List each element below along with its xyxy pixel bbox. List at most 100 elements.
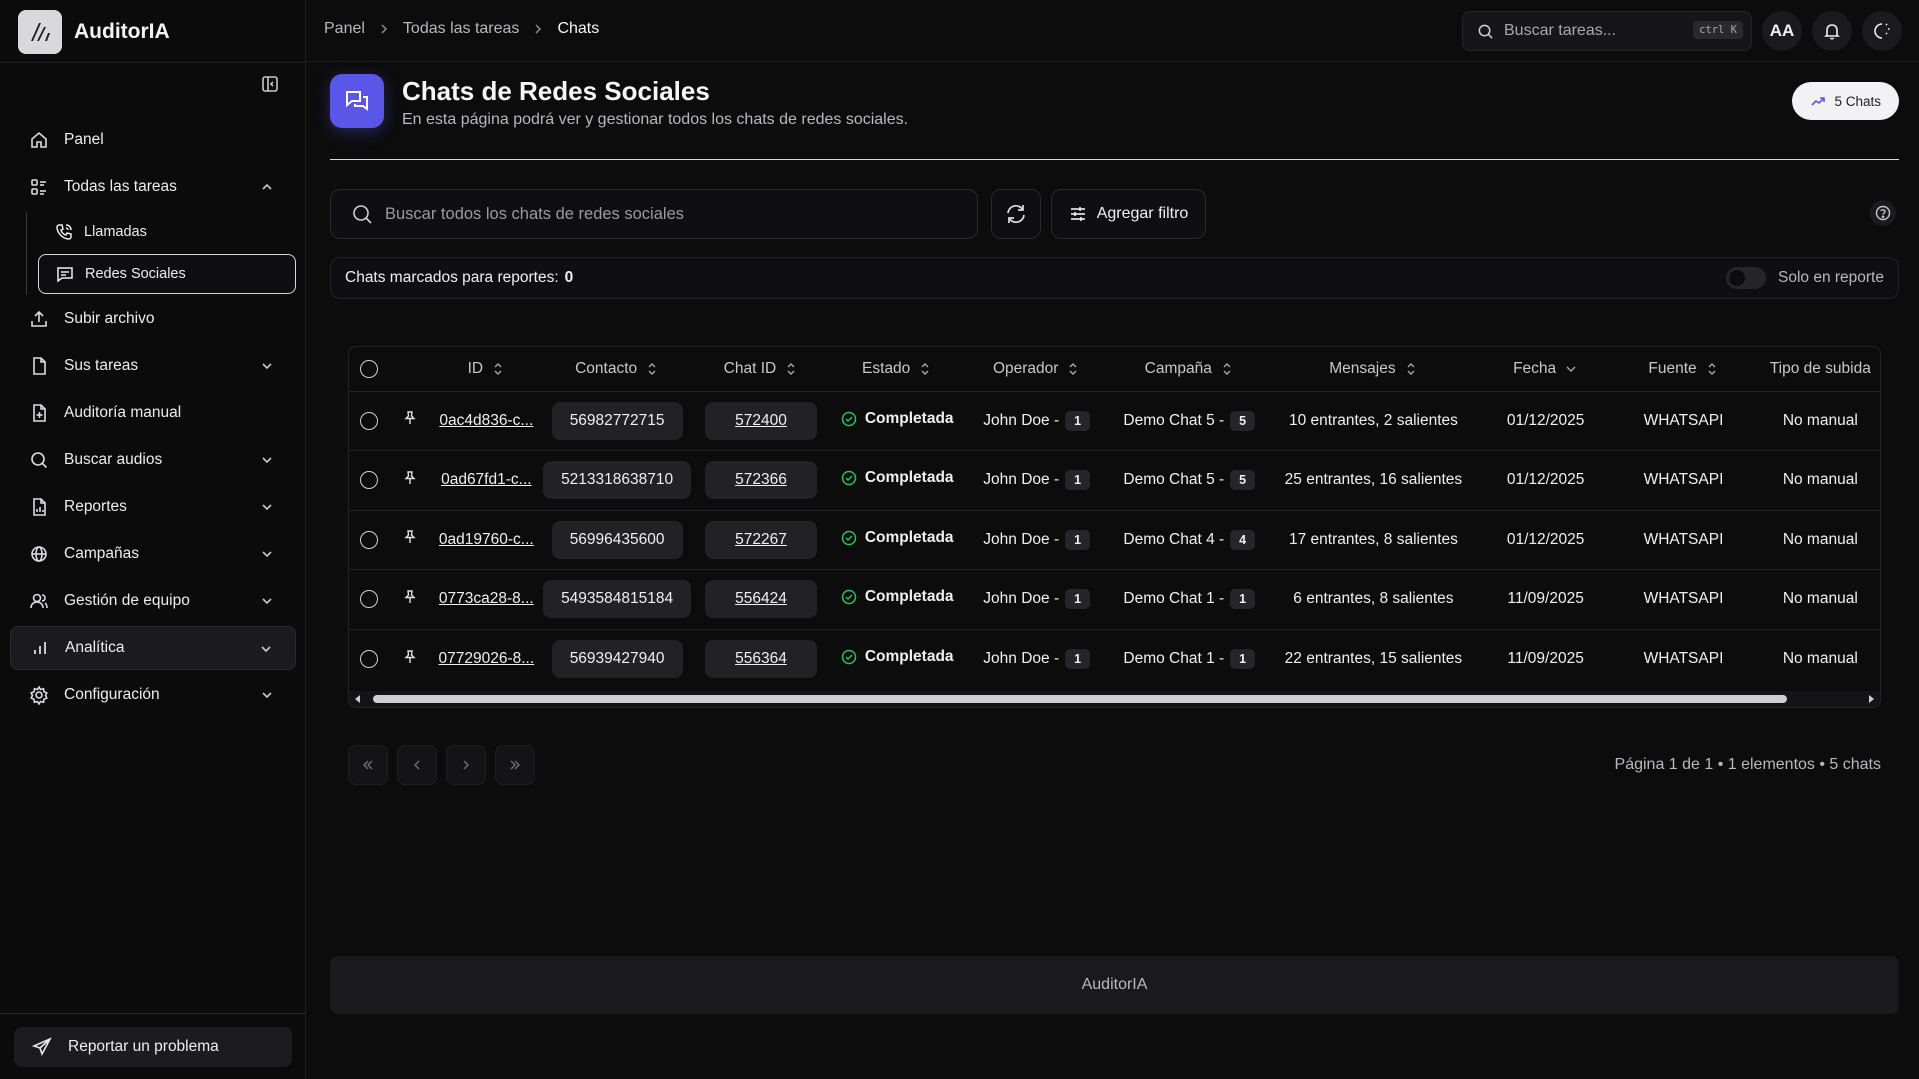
report-icon [28, 496, 50, 518]
column-header-id[interactable]: ID [431, 347, 541, 392]
chevron-down-icon [258, 451, 276, 469]
pin-icon[interactable] [402, 470, 418, 486]
send-icon [32, 1037, 52, 1057]
row-chat-id-link[interactable]: 556424 [705, 580, 817, 619]
scroll-right-icon[interactable] [1866, 694, 1876, 704]
pin-icon[interactable] [402, 649, 418, 665]
sidebar-item-buscar-audios[interactable]: Buscar audios [10, 438, 296, 482]
row-contact[interactable]: 56996435600 [551, 520, 683, 559]
table-row[interactable]: 0ad19760-c... 56996435600 572267 Completada… [349, 510, 1880, 570]
row-chat-id-link[interactable]: 572366 [705, 461, 817, 500]
row-campaign: Demo Chat 5 - [1123, 411, 1225, 429]
row-id-cell: 0ad67fd1-c... [431, 450, 541, 511]
sidebar-item-redes-sociales[interactable]: Redes Sociales [38, 254, 296, 294]
refresh-button[interactable] [991, 189, 1041, 239]
report-problem-button[interactable]: Reportar un problema [14, 1027, 292, 1067]
sidebar-item-configuracion[interactable]: Configuración [10, 673, 296, 717]
avatar[interactable]: AA [1762, 11, 1802, 51]
column-header-operador[interactable]: Operador [965, 347, 1108, 392]
row-id-link[interactable]: 0ac4d836-c... [439, 412, 533, 429]
scroll-left-icon[interactable] [353, 694, 363, 704]
column-header-estado[interactable]: Estado [828, 347, 966, 392]
sidebar-item-label: Buscar audios [64, 451, 163, 468]
row-checkbox[interactable] [359, 590, 378, 609]
column-header-fecha[interactable]: Fecha [1475, 347, 1616, 392]
help-icon[interactable] [1870, 200, 1896, 226]
column-header-mensajes[interactable]: Mensajes [1270, 347, 1476, 392]
row-checkbox[interactable] [359, 471, 378, 490]
sidebar-item-sus-tareas[interactable]: Sus tareas [10, 344, 296, 388]
sidebar-item-reportes[interactable]: Reportes [10, 485, 296, 529]
sidebar-item-subir-archivo[interactable]: Subir archivo [10, 297, 296, 341]
row-contact-cell: 5493584815184 [540, 569, 694, 630]
sidebar-item-todas-las-tareas[interactable]: Todas las tareas [10, 165, 296, 209]
row-id-link[interactable]: 0ad19760-c... [439, 531, 534, 548]
previous-page-button[interactable] [397, 745, 437, 785]
sidebar-item-campanas[interactable]: Campañas [10, 532, 296, 576]
breadcrumb-item[interactable]: Panel [324, 20, 365, 38]
row-date: 01/12/2025 [1506, 411, 1585, 429]
table-row[interactable]: 0ad67fd1-c... 5213318638710 572366 Completa… [349, 450, 1880, 511]
select-all-checkbox[interactable] [359, 359, 378, 378]
table-row[interactable]: 07729026-8... 56939427940 556364 Completada… [349, 629, 1880, 689]
breadcrumb-item[interactable]: Todas las tareas [403, 20, 520, 38]
pin-icon[interactable] [402, 410, 418, 426]
task-search-input[interactable]: Buscar tareas... ctrl K [1462, 11, 1752, 51]
bell-icon[interactable] [1812, 11, 1852, 51]
next-page-button[interactable] [446, 745, 486, 785]
sort-icon [1069, 362, 1077, 375]
row-date: 11/09/2025 [1507, 590, 1584, 608]
row-pin-cell [388, 450, 432, 511]
sidebar-item-analitica[interactable]: Analítica [10, 626, 296, 670]
sidebar-toggle-icon[interactable] [258, 72, 282, 96]
row-id-link[interactable]: 07729026-8... [438, 650, 534, 667]
sort-icon [1223, 362, 1231, 375]
sidebar-item-label: Redes Sociales [85, 266, 186, 282]
row-source-cell: WHATSAPI [1615, 629, 1751, 689]
horizontal-scrollbar[interactable] [349, 691, 1880, 707]
sidebar-item-auditoria-manual[interactable]: Auditoría manual [10, 391, 296, 435]
column-header-tipo-de-subida[interactable]: Tipo de subida [1751, 347, 1880, 392]
chevron-right-icon [463, 760, 470, 770]
row-chat-id-link[interactable]: 572400 [705, 401, 817, 440]
row-contact[interactable]: 56982772715 [551, 401, 683, 440]
add-filter-button[interactable]: Agregar filtro [1051, 189, 1206, 239]
column-header-label: Tipo de subida [1769, 359, 1871, 377]
theme-toggle-icon[interactable] [1862, 11, 1902, 51]
last-page-button[interactable] [495, 745, 535, 785]
row-pin-cell [388, 569, 432, 630]
row-campaign-cell: Demo Chat 4 - 4 [1107, 510, 1271, 570]
row-source-cell: WHATSAPI [1615, 450, 1752, 511]
sidebar-item-llamadas[interactable]: Llamadas [38, 212, 296, 252]
sidebar-item-panel[interactable]: Panel [10, 118, 296, 162]
brand[interactable]: AuditorIA [18, 10, 170, 54]
row-checkbox[interactable] [359, 411, 378, 430]
pin-icon[interactable] [402, 589, 418, 605]
sort-icon [494, 362, 502, 375]
chat-search-input[interactable]: Buscar todos los chats de redes sociales [330, 189, 978, 239]
row-chat-id-link[interactable]: 572267 [705, 520, 817, 559]
column-header-fuente[interactable]: Fuente [1615, 347, 1752, 392]
table-row[interactable]: 0ac4d836-c... 56982772715 572400 Completada… [349, 391, 1880, 451]
pin-icon[interactable] [402, 529, 418, 545]
first-page-button[interactable] [348, 745, 388, 785]
column-header-chat-id[interactable]: Chat ID [693, 347, 829, 392]
row-checkbox[interactable] [359, 530, 378, 549]
row-chat-id-link[interactable]: 556364 [705, 640, 817, 678]
row-id-link[interactable]: 0ad67fd1-c... [441, 471, 531, 488]
page-header: Chats de Redes Sociales En esta página p… [330, 74, 1899, 140]
row-contact[interactable]: 5213318638710 [543, 461, 692, 500]
row-checkbox[interactable] [359, 649, 378, 668]
sidebar-item-gestion-de-equipo[interactable]: Gestión de equipo [10, 579, 296, 623]
row-contact[interactable]: 5493584815184 [543, 580, 692, 619]
scrollbar-thumb[interactable] [373, 695, 1787, 703]
table-row[interactable]: 0773ca28-8... 5493584815184 556424 Completa… [349, 569, 1880, 630]
row-id-link[interactable]: 0773ca28-8... [439, 590, 534, 607]
column-header-campana[interactable]: Campaña [1107, 347, 1271, 392]
row-contact[interactable]: 56939427940 [551, 640, 683, 678]
check-circle-icon [841, 649, 857, 665]
report-only-toggle[interactable] [1726, 267, 1766, 289]
row-source: WHATSAPI [1643, 530, 1724, 548]
column-header-contacto[interactable]: Contacto [540, 347, 694, 392]
table-header-row: ID Contacto Chat ID Estado Operador Camp… [349, 347, 1880, 392]
